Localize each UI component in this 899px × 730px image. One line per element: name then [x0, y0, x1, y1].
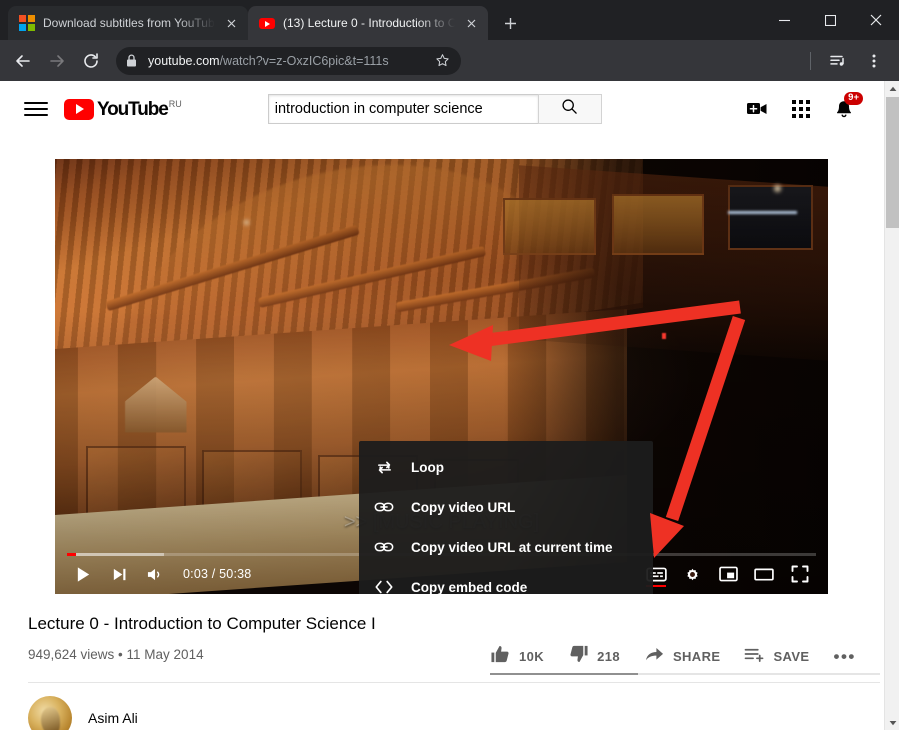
player-right-controls [638, 556, 818, 592]
url-text: youtube.com/watch?v=z-OxzIC6pic&t=111s [148, 54, 427, 68]
tab-title: Download subtitles from YouTube [43, 16, 215, 30]
like-button[interactable]: 10K [490, 644, 544, 669]
like-count: 10K [519, 649, 544, 664]
scroll-up-icon[interactable] [885, 81, 899, 96]
thumbs-up-icon [490, 644, 511, 669]
search-icon [561, 98, 578, 120]
url-domain: youtube.com [148, 54, 220, 68]
fullscreen-icon[interactable] [782, 556, 818, 592]
context-menu-label: Copy embed code [411, 580, 527, 595]
avatar[interactable] [28, 696, 72, 730]
volume-icon[interactable] [137, 556, 173, 592]
video-action-row: 10K 218 SHARE SAVE ••• [490, 644, 880, 669]
link-icon [373, 496, 395, 518]
settings-gear-icon[interactable] [674, 556, 710, 592]
dislike-button[interactable]: 218 [568, 644, 620, 669]
channel-row: Asim Ali [28, 696, 138, 730]
section-divider [28, 682, 880, 683]
search-input[interactable]: introduction in computer science [268, 94, 538, 124]
new-tab-button[interactable] [496, 9, 524, 37]
reload-icon[interactable] [74, 44, 108, 78]
share-button[interactable]: SHARE [644, 645, 721, 669]
browser-window: Download subtitles from YouTube (13) Lec… [0, 0, 899, 730]
player-context-menu[interactable]: Loop Copy video URL Copy video URL at cu… [359, 441, 653, 594]
next-video-icon[interactable] [101, 556, 137, 592]
more-actions-icon: ••• [834, 647, 856, 667]
three-dot-menu-icon[interactable] [857, 44, 891, 78]
tab-title: (13) Lecture 0 - Introduction to C [283, 16, 455, 30]
code-brackets-icon [373, 576, 395, 594]
play-icon[interactable] [65, 556, 101, 592]
share-arrow-icon [644, 645, 665, 669]
maximize-icon[interactable] [807, 0, 853, 40]
microsoft-squares-icon [19, 15, 35, 31]
window-controls [761, 0, 899, 40]
search-area: introduction in computer science [268, 94, 602, 124]
scrollbar-thumb[interactable] [886, 97, 899, 228]
tab-list: Download subtitles from YouTube (13) Lec… [8, 6, 524, 40]
chrome-tab-strip: Download subtitles from YouTube (13) Lec… [0, 0, 899, 40]
link-icon [373, 536, 395, 558]
youtube-page: YouTube RU introduction in computer scie… [0, 81, 899, 730]
page-scrollbar[interactable] [884, 81, 899, 730]
youtube-logo[interactable]: YouTube RU [64, 98, 182, 121]
video-title: Lecture 0 - Introduction to Computer Sci… [28, 614, 376, 634]
notification-badge: 9+ [844, 92, 863, 105]
masthead-buttons: 9+ [746, 99, 868, 120]
hamburger-menu-icon[interactable] [24, 97, 48, 121]
bell-icon[interactable]: 9+ [834, 99, 854, 120]
like-ratio-fill [490, 673, 638, 675]
media-playlist-icon[interactable] [821, 44, 855, 78]
forward-arrow-icon[interactable] [40, 44, 74, 78]
chrome-toolbar: youtube.com/watch?v=z-OxzIC6pic&t=111s [0, 40, 899, 81]
toolbar-right-icons [806, 44, 893, 78]
video-player[interactable]: >> [MUSIC PLAYING] Loop Copy video URL [55, 159, 828, 594]
youtube-play-icon [64, 99, 94, 120]
context-menu-label: Copy video URL [411, 500, 515, 515]
theater-mode-icon[interactable] [746, 556, 782, 592]
context-menu-label: Loop [411, 460, 444, 475]
close-icon[interactable] [853, 0, 899, 40]
context-menu-item-copy-embed-code[interactable]: Copy embed code [359, 567, 653, 594]
tab-close-button[interactable] [463, 19, 479, 28]
toolbar-divider [810, 52, 811, 70]
youtube-play-icon [259, 15, 275, 31]
more-actions-button[interactable]: ••• [834, 647, 856, 667]
lock-icon [126, 54, 140, 67]
url-path: /watch?v=z-OxzIC6pic&t=111s [220, 54, 389, 68]
youtube-logo-text: YouTube [97, 98, 168, 121]
scroll-down-icon[interactable] [885, 715, 899, 730]
search-input-value: introduction in computer science [275, 101, 483, 117]
context-menu-label: Copy video URL at current time [411, 540, 613, 555]
back-arrow-icon[interactable] [6, 44, 40, 78]
create-video-icon[interactable] [746, 100, 768, 118]
apps-grid-icon[interactable] [792, 100, 810, 118]
youtube-masthead: YouTube RU introduction in computer scie… [0, 81, 884, 137]
context-menu-item-copy-video-url-at-current-time[interactable]: Copy video URL at current time [359, 527, 653, 567]
video-meta: 949,624 views • 11 May 2014 [28, 647, 204, 662]
browser-tab-1[interactable]: Download subtitles from YouTube [8, 6, 248, 40]
save-label: SAVE [773, 649, 809, 664]
context-menu-item-loop[interactable]: Loop [359, 447, 653, 487]
video-time-display: 0:03 / 50:38 [183, 567, 251, 581]
save-button[interactable]: SAVE [744, 645, 809, 669]
search-button[interactable] [538, 94, 602, 124]
context-menu-item-copy-video-url[interactable]: Copy video URL [359, 487, 653, 527]
dislike-count: 218 [597, 649, 620, 664]
star-icon[interactable] [435, 53, 451, 68]
address-bar[interactable]: youtube.com/watch?v=z-OxzIC6pic&t=111s [116, 47, 461, 75]
browser-tab-2[interactable]: (13) Lecture 0 - Introduction to C [248, 6, 488, 40]
tab-close-button[interactable] [223, 19, 239, 28]
youtube-country-code: RU [169, 98, 182, 110]
thumbs-down-icon [568, 644, 589, 669]
minimize-icon[interactable] [761, 0, 807, 40]
save-playlist-icon [744, 645, 765, 669]
channel-name[interactable]: Asim Ali [88, 710, 138, 726]
loop-icon [373, 456, 395, 478]
like-ratio-bar [490, 673, 880, 675]
miniplayer-icon[interactable] [710, 556, 746, 592]
share-label: SHARE [673, 649, 721, 664]
